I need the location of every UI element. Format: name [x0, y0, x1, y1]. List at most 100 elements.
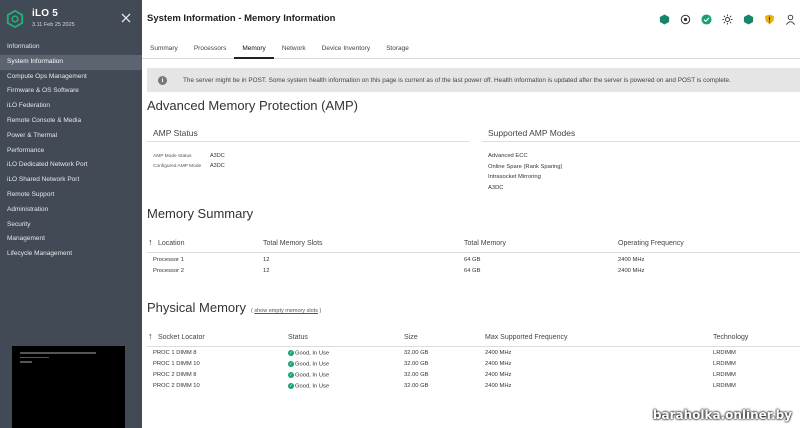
table-cell: 2400 MHz — [618, 257, 645, 263]
show-empty-suffix: ) — [319, 308, 322, 314]
sort-arrow-icon[interactable]: ↑ — [148, 331, 153, 341]
amp-section-title: Advanced Memory Protection (AMP) — [147, 98, 358, 113]
column-header-operating-frequency[interactable]: Operating Frequency — [618, 240, 684, 247]
sidebar-item-security[interactable]: Security — [0, 218, 142, 233]
uid-icon[interactable] — [722, 12, 733, 25]
column-header-status[interactable]: Status — [288, 334, 308, 341]
watermark: baraholka.onliner.by — [652, 408, 792, 422]
table-cell: LRDIMM — [713, 372, 736, 378]
sort-arrow-icon[interactable]: ↑ — [148, 237, 153, 247]
status-ok-icon: ✓ — [288, 383, 294, 389]
table-cell: 2400 MHz — [485, 350, 512, 356]
status-text: Good, In Use — [295, 372, 330, 379]
sidebar-item-lifecycle-management[interactable]: Lifecycle Management — [0, 247, 142, 262]
user-icon[interactable] — [785, 12, 796, 25]
sidebar-item-system-information[interactable]: System Information — [0, 54, 142, 70]
status-ok-icon[interactable] — [701, 12, 712, 25]
table-cell: LRDIMM — [713, 350, 736, 356]
sidebar: iLO 5 3.11 Feb 25 2025 Information Syste… — [0, 0, 142, 428]
tab-device-inventory[interactable]: Device Inventory — [314, 40, 378, 58]
sidebar-item-ilo-federation[interactable]: iLO Federation — [0, 99, 142, 114]
table-cell: 64 GB — [464, 268, 481, 274]
table-cell: Processor 1 — [153, 257, 184, 263]
tab-bar: Summary Processors Memory Network Device… — [142, 40, 800, 59]
sidebar-item-performance[interactable]: Performance — [0, 144, 142, 159]
table-header-divider — [147, 346, 800, 347]
column-header-total-memory[interactable]: Total Memory — [464, 240, 506, 247]
amp-mode-status-value: A3DC — [210, 153, 225, 159]
brand-title: iLO 5 — [32, 8, 59, 19]
sidebar-item-ilo-shared-network-port[interactable]: iLO Shared Network Port — [0, 173, 142, 188]
supported-mode-item: Advanced ECC — [488, 153, 528, 159]
amp-status-title: AMP Status — [153, 128, 198, 138]
table-cell: 2400 MHz — [485, 361, 512, 367]
table-cell: 32.00 GB — [404, 372, 429, 378]
sidebar-item-administration[interactable]: Administration — [0, 203, 142, 218]
configured-amp-mode-label: Configured AMP Mode — [153, 164, 202, 169]
health-icon[interactable] — [659, 12, 670, 25]
column-header-size[interactable]: Size — [404, 334, 418, 341]
sidebar-item-remote-support[interactable]: Remote Support — [0, 188, 142, 203]
table-cell: Processor 2 — [153, 268, 184, 274]
sidebar-nav: Information System Information Compute O… — [0, 40, 142, 262]
page-title: System Information - Memory Information — [147, 13, 336, 24]
status-ok-icon: ✓ — [288, 361, 294, 367]
info-icon: i — [158, 75, 167, 85]
column-header-socket-locator[interactable]: Socket Locator — [158, 334, 205, 341]
column-header-max-frequency[interactable]: Max Supported Frequency — [485, 334, 568, 341]
table-cell: PROC 2 DIMM 8 — [153, 372, 197, 378]
column-header-total-slots[interactable]: Total Memory Slots — [263, 240, 323, 247]
show-empty-prefix: ( — [251, 308, 253, 314]
table-cell: 2400 MHz — [485, 383, 512, 389]
table-cell: 32.00 GB — [404, 361, 429, 367]
column-header-technology[interactable]: Technology — [713, 334, 748, 341]
tab-memory[interactable]: Memory — [234, 40, 275, 59]
hpe-logo-icon — [6, 10, 24, 28]
sidebar-item-remote-console-media[interactable]: Remote Console & Media — [0, 114, 142, 129]
table-cell: 64 GB — [464, 257, 481, 263]
sidebar-item-ilo-dedicated-network-port[interactable]: iLO Dedicated Network Port — [0, 158, 142, 173]
brand-version: 3.11 Feb 25 2025 — [32, 22, 75, 28]
table-cell: 32.00 GB — [404, 350, 429, 356]
close-icon[interactable] — [120, 12, 132, 24]
table-cell: 12 — [263, 257, 270, 263]
banner-text: The server might be in POST. Some system… — [183, 76, 731, 84]
sidebar-item-power-thermal[interactable]: Power & Thermal — [0, 129, 142, 144]
status-cell: ✓ Good, In Use — [288, 372, 329, 379]
table-cell: PROC 1 DIMM 10 — [153, 361, 200, 367]
tab-storage[interactable]: Storage — [378, 40, 417, 58]
status-text: Good, In Use — [295, 350, 330, 357]
status-cell: ✓ Good, In Use — [288, 361, 329, 368]
column-header-location[interactable]: Location — [158, 240, 184, 247]
sidebar-item-management[interactable]: Management — [0, 232, 142, 247]
supported-mode-item: Online Spare (Rank Sparing) — [488, 164, 563, 170]
status-text: Good, In Use — [295, 383, 330, 390]
status-ok-icon: ✓ — [288, 350, 294, 356]
header-toolbar — [659, 12, 796, 25]
table-cell: PROC 2 DIMM 10 — [153, 383, 200, 389]
sidebar-item-information[interactable]: Information — [0, 40, 142, 55]
tab-network[interactable]: Network — [274, 40, 314, 58]
memory-summary-title: Memory Summary — [147, 206, 254, 221]
table-cell: LRDIMM — [713, 361, 736, 367]
shield-warning-icon[interactable] — [764, 12, 775, 25]
divider — [482, 141, 800, 142]
post-info-banner: i The server might be in POST. Some syst… — [147, 68, 800, 92]
status-cell: ✓ Good, In Use — [288, 350, 329, 357]
tab-summary[interactable]: Summary — [142, 40, 186, 58]
security-icon[interactable] — [743, 12, 754, 25]
sidebar-item-compute-ops-management[interactable]: Compute Ops Management — [0, 70, 142, 85]
tab-processors[interactable]: Processors — [186, 40, 235, 58]
table-cell: 32.00 GB — [404, 383, 429, 389]
table-header-divider — [147, 252, 800, 253]
table-cell: LRDIMM — [713, 383, 736, 389]
status-ok-icon: ✓ — [288, 372, 294, 378]
remote-console-thumbnail[interactable] — [12, 346, 125, 428]
sidebar-item-firmware-os-software[interactable]: Firmware & OS Software — [0, 84, 142, 99]
supported-modes-title: Supported AMP Modes — [488, 128, 576, 138]
supported-mode-item: Intrasocket Mirroring — [488, 174, 541, 180]
table-cell: 2400 MHz — [485, 372, 512, 378]
table-cell: PROC 1 DIMM 8 — [153, 350, 197, 356]
show-empty-slots-link[interactable]: show empty memory slots — [254, 308, 318, 314]
power-icon[interactable] — [680, 12, 691, 25]
